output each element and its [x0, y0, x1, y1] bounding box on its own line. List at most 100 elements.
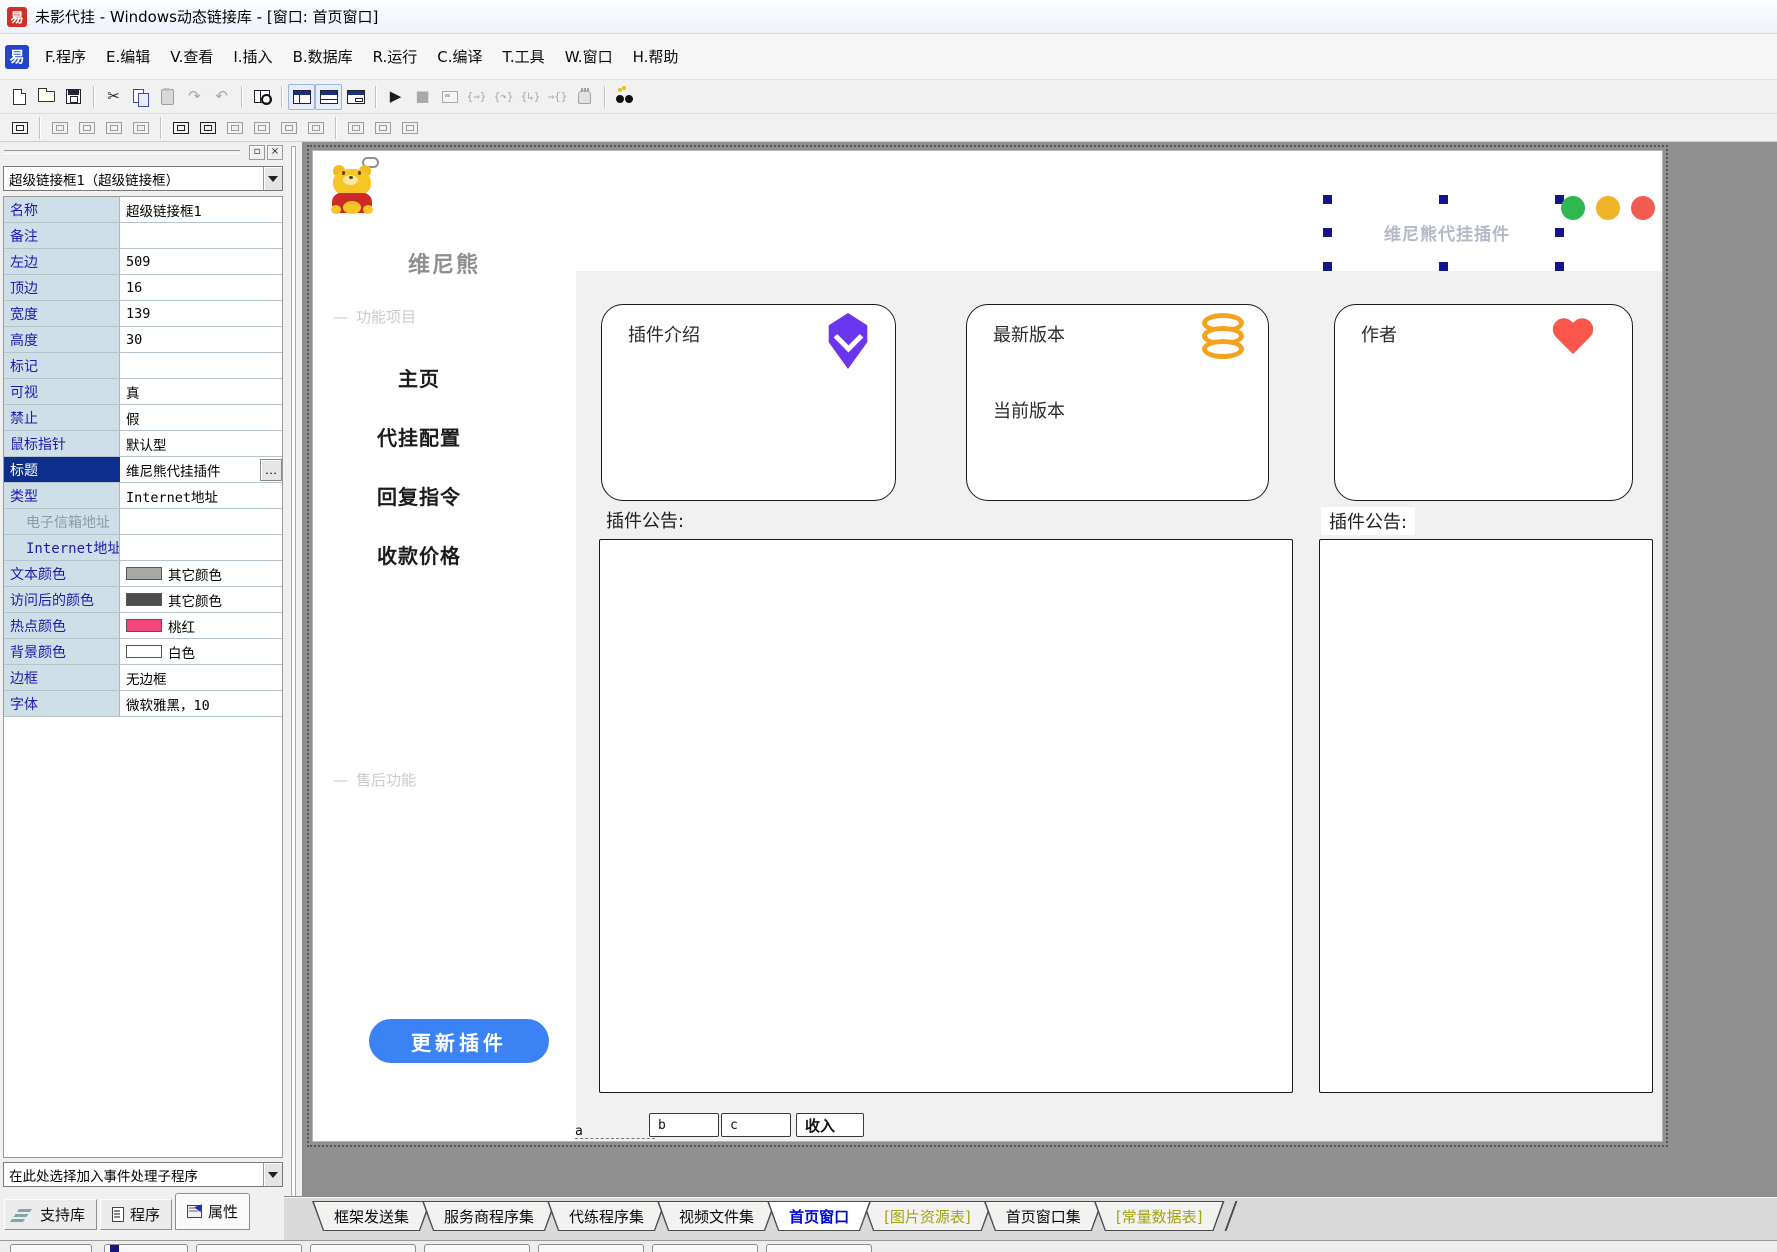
chevron-down-icon[interactable]: [263, 1163, 282, 1186]
menu-item-I.插入[interactable]: I.插入: [223, 41, 282, 72]
property-row-热点颜色[interactable]: 热点颜色桃红: [4, 613, 282, 639]
property-row-背景颜色[interactable]: 背景颜色白色: [4, 639, 282, 665]
property-row-字体[interactable]: 字体微软雅黑，10: [4, 691, 282, 717]
selection-handle[interactable]: [1323, 228, 1332, 237]
open-file-icon[interactable]: [33, 84, 60, 110]
menu-item-T.工具[interactable]: T.工具: [493, 41, 555, 72]
property-row-名称[interactable]: 名称超级链接框1: [4, 197, 282, 223]
property-value[interactable]: [120, 509, 282, 534]
announcement-box-left[interactable]: [599, 539, 1293, 1093]
property-value[interactable]: 509: [120, 249, 282, 274]
form-tab-a[interactable]: a: [575, 1119, 605, 1143]
find-in-files-icon[interactable]: [611, 84, 638, 110]
selection-handle[interactable]: [1323, 262, 1332, 271]
panel-tab-支持库[interactable]: 支持库: [4, 1199, 97, 1230]
find-book-icon[interactable]: [248, 84, 275, 110]
save-file-icon[interactable]: [60, 84, 87, 110]
property-row-电子信箱地址[interactable]: 电子信箱地址: [4, 509, 282, 535]
property-value[interactable]: 真: [120, 379, 282, 404]
layout-split-icon[interactable]: [288, 84, 315, 110]
form-nav-代挂配置[interactable]: 代挂配置: [341, 422, 497, 445]
menu-item-E.编辑[interactable]: E.编辑: [96, 41, 160, 72]
panel-splitter[interactable]: [284, 142, 302, 1252]
property-value[interactable]: [120, 223, 282, 248]
property-value[interactable]: 其它颜色: [120, 587, 282, 612]
chevron-down-icon[interactable]: [263, 167, 282, 190]
copy-icon[interactable]: [127, 84, 154, 110]
unit-tab-代练程序集[interactable]: 代练程序集: [547, 1201, 666, 1231]
property-row-标题[interactable]: 标题维尼熊代挂插件…: [4, 457, 282, 483]
event-selector[interactable]: 在此处选择加入事件处理子程序: [3, 1162, 283, 1187]
form-tab-收入[interactable]: 收入: [796, 1113, 864, 1137]
selected-hyperlink-control[interactable]: 维尼熊代挂插件: [1331, 199, 1563, 266]
panel-grip[interactable]: [4, 150, 240, 154]
property-value[interactable]: Internet地址: [120, 483, 282, 508]
ellipsis-button[interactable]: …: [260, 459, 282, 481]
form-nav-主页[interactable]: 主页: [341, 363, 497, 386]
unit-tab-框架发送集[interactable]: 框架发送集: [312, 1201, 431, 1231]
property-row-高度[interactable]: 高度30: [4, 327, 282, 353]
property-row-类型[interactable]: 类型Internet地址: [4, 483, 282, 509]
property-row-边框[interactable]: 边框无边框: [4, 665, 282, 691]
cut-icon[interactable]: ✂: [100, 84, 127, 110]
unit-tab-服务商程序集[interactable]: 服务商程序集: [422, 1201, 556, 1231]
layout-grid-icon[interactable]: [342, 84, 369, 110]
property-row-访问后的颜色[interactable]: 访问后的颜色其它颜色: [4, 587, 282, 613]
property-value[interactable]: [120, 353, 282, 378]
form-nav-回复指令[interactable]: 回复指令: [341, 481, 497, 504]
unit-tab-视频文件集[interactable]: 视频文件集: [657, 1201, 776, 1231]
property-row-左边[interactable]: 左边509: [4, 249, 282, 275]
panel-tab-程序[interactable]: 程序: [100, 1199, 172, 1230]
property-row-禁止[interactable]: 禁止假: [4, 405, 282, 431]
selection-handle[interactable]: [1323, 195, 1332, 204]
property-value[interactable]: 超级链接框1: [120, 197, 282, 222]
property-value[interactable]: 30: [120, 327, 282, 352]
form-tab-c[interactable]: c: [721, 1113, 791, 1137]
selection-handle[interactable]: [1555, 228, 1564, 237]
update-plugin-button[interactable]: 更新插件: [369, 1019, 549, 1063]
property-value[interactable]: 139: [120, 301, 282, 326]
selection-handle[interactable]: [1439, 262, 1448, 271]
property-value[interactable]: 16: [120, 275, 282, 300]
center-in-form-v-icon[interactable]: [194, 115, 221, 141]
menu-item-H.帮助[interactable]: H.帮助: [623, 41, 689, 72]
property-row-文本颜色[interactable]: 文本颜色其它颜色: [4, 561, 282, 587]
property-value[interactable]: 假: [120, 405, 282, 430]
announcement-box-right[interactable]: [1319, 539, 1653, 1093]
unit-tab-首页窗口[interactable]: 首页窗口: [767, 1201, 871, 1231]
property-value[interactable]: 微软雅黑，10: [120, 691, 282, 716]
center-in-form-h-icon[interactable]: [167, 115, 194, 141]
form-border-icon[interactable]: [6, 115, 33, 141]
layout-horizontal-icon[interactable]: [315, 84, 342, 110]
panel-restore-icon[interactable]: ▫: [249, 145, 265, 160]
property-row-备注[interactable]: 备注: [4, 223, 282, 249]
property-value[interactable]: [120, 535, 282, 560]
property-row-鼠标指针[interactable]: 鼠标指针默认型: [4, 431, 282, 457]
form-tab-b[interactable]: b: [649, 1113, 719, 1137]
property-value[interactable]: 桃红: [120, 613, 282, 638]
property-value[interactable]: 维尼熊代挂插件…: [120, 457, 282, 482]
property-row-顶边[interactable]: 顶边16: [4, 275, 282, 301]
panel-close-icon[interactable]: ×: [267, 145, 283, 160]
menu-item-C.编译[interactable]: C.编译: [427, 41, 492, 72]
property-value[interactable]: 其它颜色: [120, 561, 282, 586]
property-row-可视[interactable]: 可视真: [4, 379, 282, 405]
selection-handle[interactable]: [1555, 262, 1564, 271]
new-file-icon[interactable]: [6, 84, 33, 110]
run-icon[interactable]: ▶: [382, 84, 409, 110]
selection-handle[interactable]: [1439, 195, 1448, 204]
property-value[interactable]: 无边框: [120, 665, 282, 690]
property-value[interactable]: 默认型: [120, 431, 282, 456]
property-row-Internet地址[interactable]: Internet地址: [4, 535, 282, 561]
property-row-标记[interactable]: 标记: [4, 353, 282, 379]
control-selector[interactable]: 超级链接框1（超级链接框）: [3, 166, 283, 191]
menu-item-F.程序[interactable]: F.程序: [35, 41, 96, 72]
form-canvas[interactable]: 维尼熊 — 功能项目 主页代挂配置回复指令收款价格 — 售后功能 更新插件 维尼…: [312, 150, 1663, 1142]
property-row-宽度[interactable]: 宽度139: [4, 301, 282, 327]
menu-item-V.查看[interactable]: V.查看: [160, 41, 223, 72]
panel-tab-属性[interactable]: 属性: [175, 1193, 250, 1230]
menu-item-W.窗口[interactable]: W.窗口: [555, 41, 623, 72]
unit-tab-[常量数据表][interactable]: [常量数据表]: [1094, 1201, 1225, 1231]
form-nav-收款价格[interactable]: 收款价格: [341, 540, 497, 563]
property-value[interactable]: 白色: [120, 639, 282, 664]
